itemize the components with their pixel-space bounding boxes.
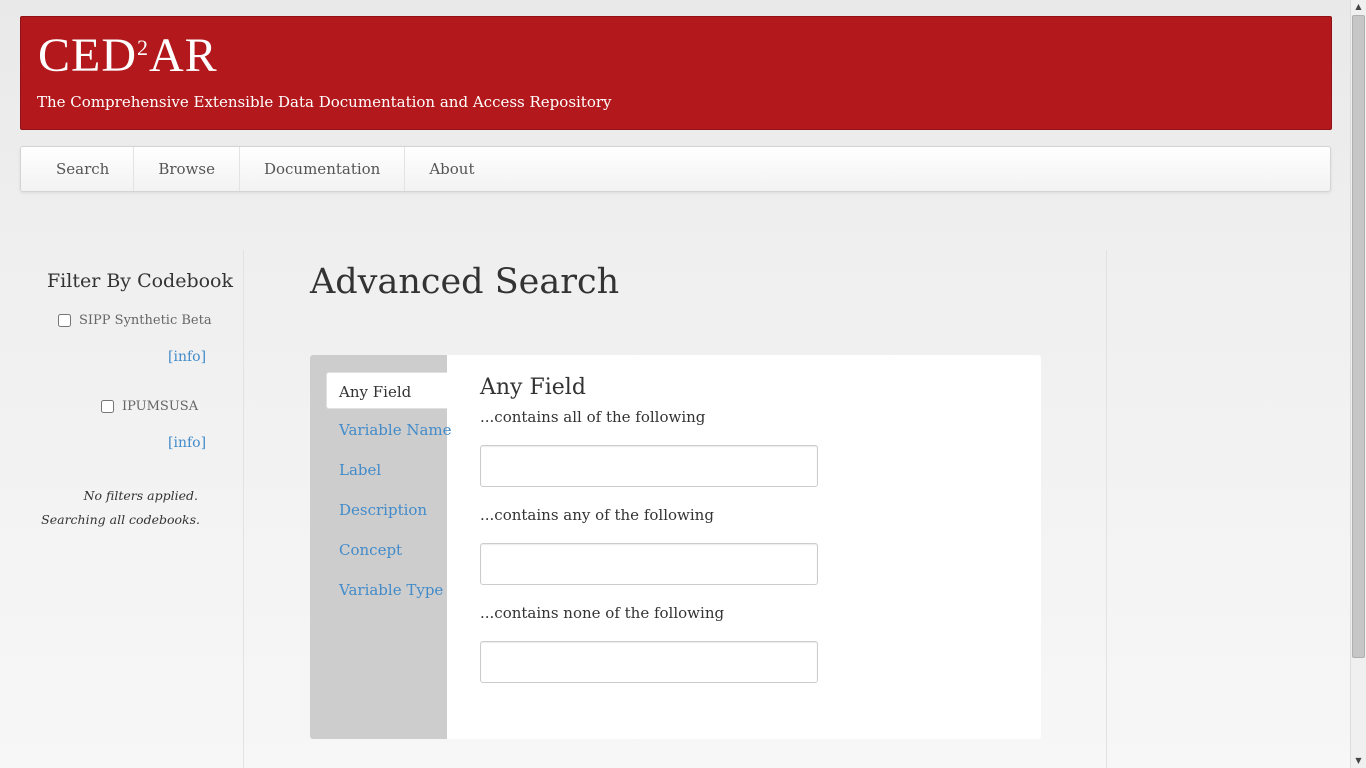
contains-none-input[interactable] <box>480 641 818 683</box>
nav-search[interactable]: Search <box>21 147 135 191</box>
nav-about[interactable]: About <box>405 147 498 191</box>
filter-status-line1: No filters applied. <box>83 488 198 503</box>
logo-text-ar: AR <box>149 29 218 82</box>
tab-variable-type[interactable]: Variable Type <box>339 581 443 599</box>
scroll-up-arrow-icon[interactable]: ▲ <box>1351 0 1366 14</box>
tab-variable-name[interactable]: Variable Name <box>339 421 452 439</box>
column-divider-right <box>1106 250 1107 768</box>
scroll-down-arrow-icon[interactable]: ▼ <box>1351 754 1366 768</box>
contains-any-input[interactable] <box>480 543 818 585</box>
site-logo[interactable]: CED2AR <box>38 31 218 81</box>
sidebar-title: Filter By Codebook <box>47 270 234 292</box>
sipp-checkbox[interactable] <box>58 314 71 327</box>
tab-concept[interactable]: Concept <box>339 541 402 559</box>
site-tagline: The Comprehensive Extensible Data Docume… <box>37 93 612 111</box>
filter-status-line2: Searching all codebooks. <box>41 512 200 527</box>
contains-all-label: ...contains all of the following <box>480 408 706 426</box>
scrollbar-thumb[interactable] <box>1352 15 1365 658</box>
page-scrollbar[interactable]: ▲ ▼ <box>1350 0 1366 768</box>
tab-any-field[interactable]: Any Field <box>326 372 447 409</box>
site-header: CED2AR The Comprehensive Extensible Data… <box>20 16 1332 130</box>
logo-text-ced: CED <box>38 29 137 82</box>
tab-label[interactable]: Label <box>339 461 381 479</box>
ipumsusa-info-link[interactable]: [info] <box>168 435 206 451</box>
advanced-search-panel: Any Field Variable Name Label Descriptio… <box>310 355 1041 739</box>
sipp-label: SIPP Synthetic Beta <box>79 313 212 328</box>
search-tab-column: Any Field Variable Name Label Descriptio… <box>310 355 452 739</box>
logo-superscript: 2 <box>137 35 149 60</box>
column-divider-left <box>243 250 244 768</box>
nav-browse[interactable]: Browse <box>134 147 240 191</box>
nav-documentation[interactable]: Documentation <box>240 147 406 191</box>
contains-none-label: ...contains none of the following <box>480 604 725 622</box>
contains-any-label: ...contains any of the following <box>480 506 714 524</box>
tab-description[interactable]: Description <box>339 501 427 519</box>
codebook-filter-sipp: SIPP Synthetic Beta <box>58 313 212 328</box>
sipp-info-link[interactable]: [info] <box>168 349 206 365</box>
main-navbar: Search Browse Documentation About <box>20 146 1331 192</box>
page-title: Advanced Search <box>310 262 620 302</box>
ipumsusa-checkbox[interactable] <box>101 400 114 413</box>
contains-all-input[interactable] <box>480 445 818 487</box>
pane-title: Any Field <box>480 375 586 400</box>
ipumsusa-label: IPUMSUSA <box>122 399 199 414</box>
codebook-filter-ipumsusa: IPUMSUSA <box>101 399 198 414</box>
